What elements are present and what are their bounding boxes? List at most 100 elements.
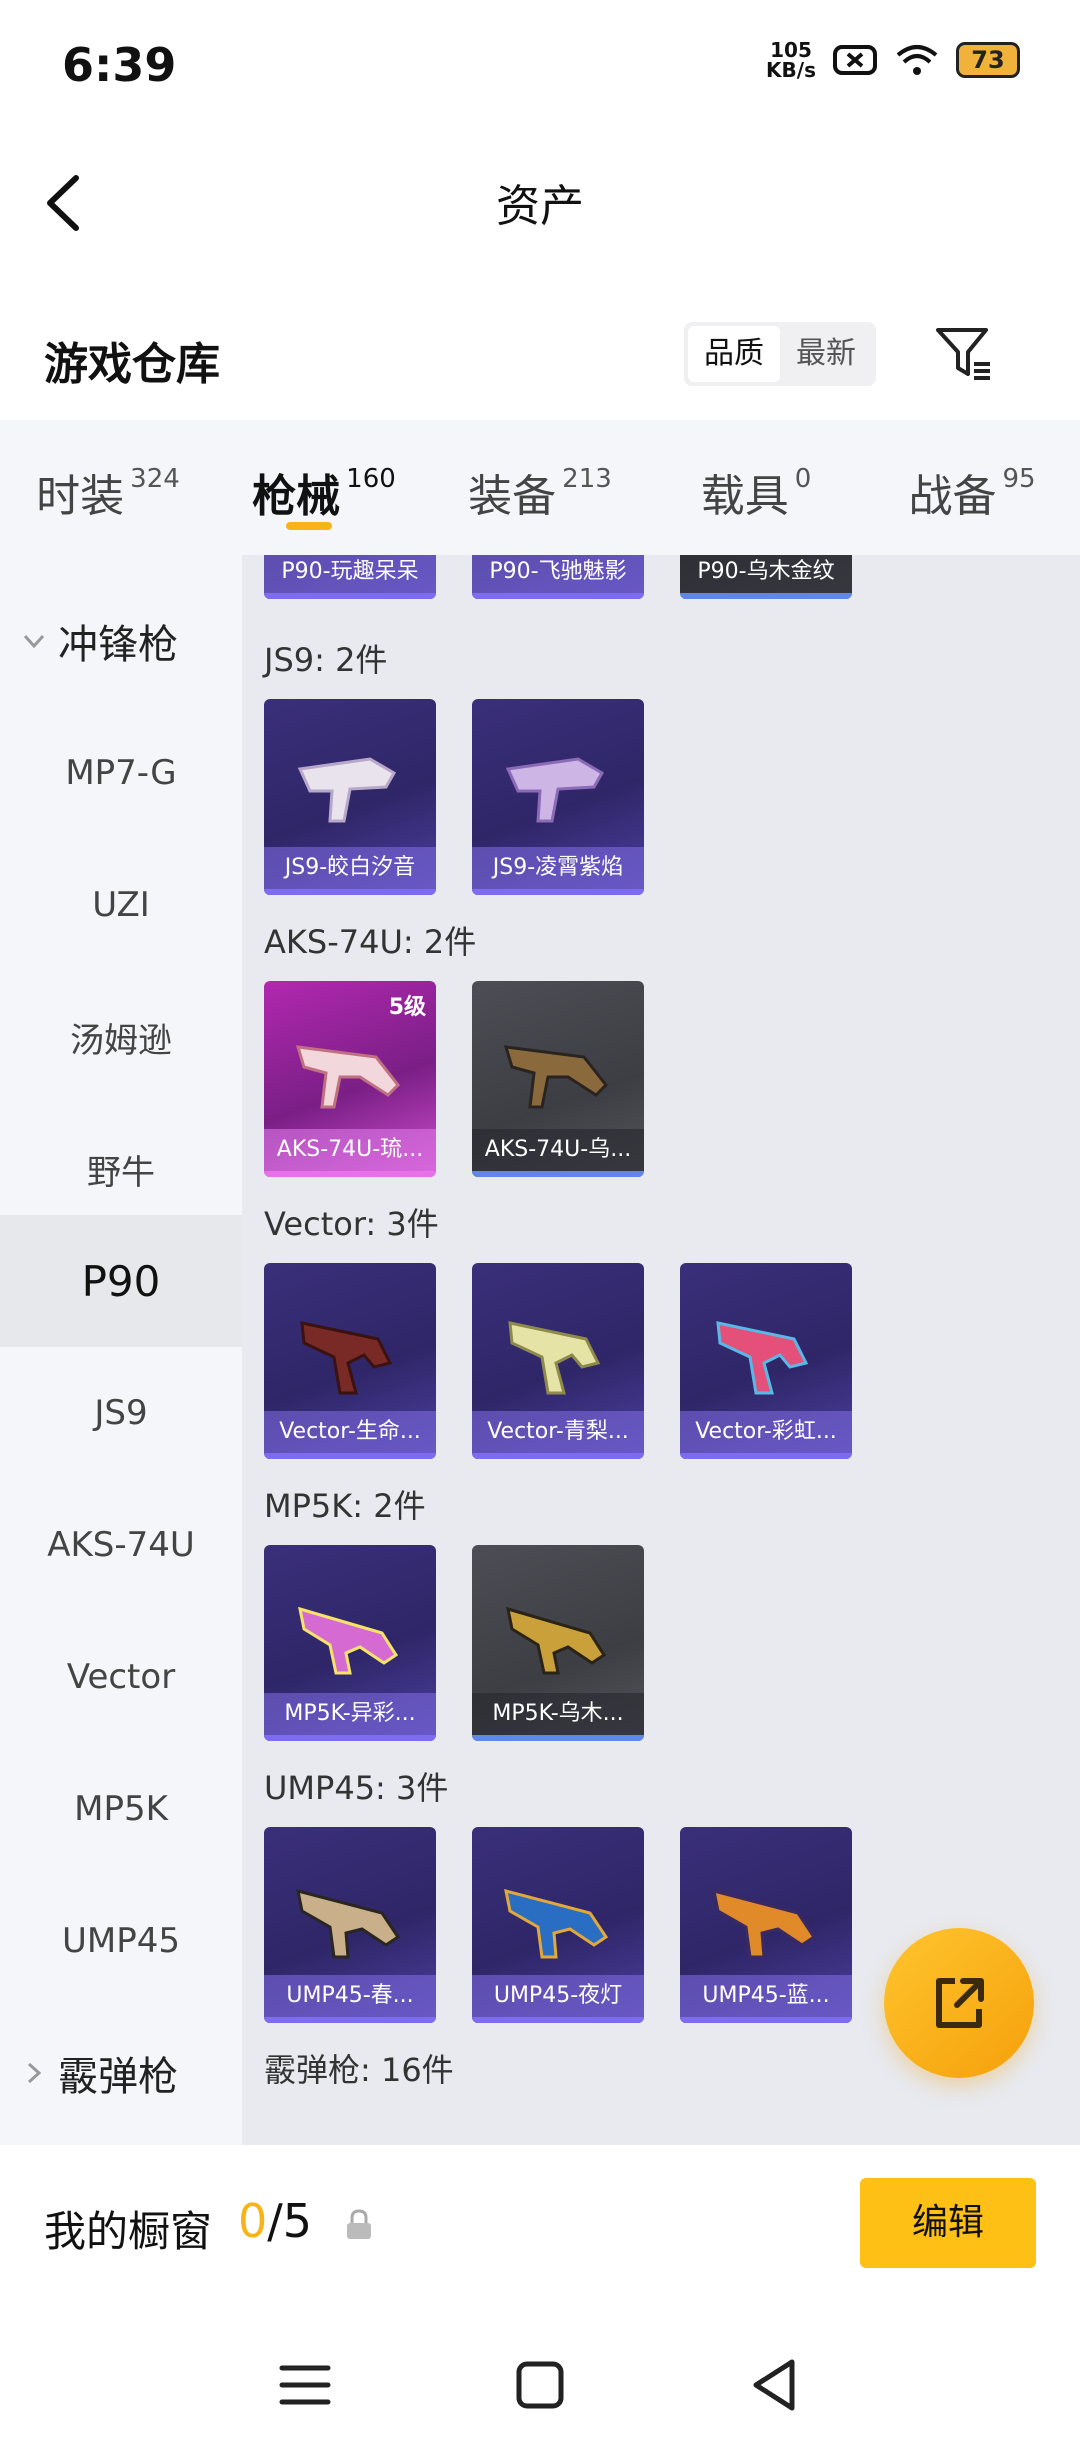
tab-vehicles[interactable]: 载具 0 — [648, 420, 864, 555]
rifle-skin-icon — [503, 1045, 609, 1109]
smg-skin-icon — [504, 1888, 609, 1959]
net-speed-unit: KB/s — [766, 58, 816, 82]
smg-skin-icon — [712, 1888, 817, 1959]
showcase-count: 0/5 — [238, 2194, 312, 2248]
system-nav-bar — [0, 2304, 1080, 2460]
edit-button[interactable]: 编辑 — [860, 2178, 1036, 2268]
weapon-card[interactable]: JS9-凌霄紫焰 — [472, 699, 644, 895]
rarity-bar — [472, 1453, 644, 1459]
card-label: P90-乌木金纹 — [680, 555, 852, 593]
showcase-title: 我的橱窗 — [44, 2207, 213, 2256]
weapon-card[interactable]: UMP45-夜灯 — [472, 1827, 644, 2023]
weapon-card[interactable]: AKS-74U-乌... — [472, 981, 644, 1177]
card-label: MP5K-乌木... — [472, 1693, 644, 1735]
sidebar-item-aks74u[interactable]: AKS-74U — [0, 1479, 242, 1611]
status-icons: 105 KB/s 73 — [766, 40, 1020, 80]
sidebar-item-uzi[interactable]: UZI — [0, 839, 242, 971]
card-label: AKS-74U-乌... — [472, 1129, 644, 1171]
sidebar-group-smg[interactable]: 冲锋枪 — [0, 575, 242, 707]
status-bar: 6:39 105 KB/s 73 — [0, 0, 1080, 140]
tab-fashion[interactable]: 时装 324 — [0, 420, 216, 555]
sort-quality-button[interactable]: 品质 — [688, 326, 780, 382]
rarity-bar — [264, 2017, 436, 2023]
tab-supplies[interactable]: 战备 95 — [864, 420, 1080, 555]
group-title-ump45: UMP45: 3件 — [264, 1769, 449, 1807]
showcase-max: /5 — [267, 2194, 313, 2248]
group-title-js9: JS9: 2件 — [264, 641, 388, 679]
tab-equipment[interactable]: 装备 213 — [432, 420, 648, 555]
warehouse-row: 游戏仓库 品质 最新 — [0, 300, 1080, 410]
weapon-card[interactable]: Vector-彩虹... — [680, 1263, 852, 1459]
menu-icon[interactable] — [270, 2350, 340, 2420]
app-header: 资产 — [0, 140, 1080, 260]
sidebar-item-p90[interactable]: P90 — [0, 1215, 242, 1347]
smg-skin-icon — [300, 1321, 393, 1395]
page-title: 资产 — [496, 181, 584, 232]
card-label: P90-玩趣呆呆 — [264, 555, 436, 593]
sidebar-item-vector[interactable]: Vector — [0, 1611, 242, 1743]
rarity-bar — [680, 593, 852, 599]
tab-count: 324 — [130, 464, 180, 494]
tab-label: 战备 — [908, 471, 997, 522]
smg-skin-icon — [716, 1321, 809, 1395]
tab-firearms[interactable]: 枪械 160 — [216, 420, 432, 555]
sidebar-item-js9[interactable]: JS9 — [0, 1347, 242, 1479]
smg-skin-icon — [297, 757, 397, 823]
category-tabs: 时装 324 枪械 160 装备 213 载具 0 战备 95 — [0, 420, 1080, 555]
weapon-card[interactable]: P90-玩趣呆呆 — [264, 555, 436, 599]
sort-toggle: 品质 最新 — [684, 322, 876, 386]
weapon-card[interactable]: MP5K-异彩... — [264, 1545, 436, 1741]
weapon-card[interactable]: JS9-皎白汐音 — [264, 699, 436, 895]
smg-skin-icon — [505, 757, 605, 823]
wifi-icon — [896, 45, 938, 75]
card-label: Vector-生命... — [264, 1411, 436, 1453]
home-icon[interactable] — [505, 2350, 575, 2420]
smg-skin-icon — [508, 1321, 601, 1395]
sidebar-item-ump45[interactable]: UMP45 — [0, 1875, 242, 2007]
rarity-bar — [264, 1453, 436, 1459]
card-label: P90-飞驰魅影 — [472, 555, 644, 593]
smg-skin-icon — [298, 1606, 399, 1675]
rarity-bar — [472, 593, 644, 599]
weapon-card[interactable]: P90-飞驰魅影 — [472, 555, 644, 599]
weapon-card[interactable]: 5级 AKS-74U-琉... — [264, 981, 436, 1177]
tab-count: 160 — [346, 464, 396, 494]
tab-label: 载具 — [700, 471, 789, 522]
tab-count: 95 — [1002, 464, 1036, 494]
rarity-bar — [264, 1171, 436, 1177]
share-fab-button[interactable] — [884, 1928, 1034, 2078]
sort-newest-button[interactable]: 最新 — [780, 326, 872, 382]
chevron-down-icon — [23, 634, 45, 649]
tab-label: 枪械 — [252, 471, 341, 522]
card-label: AKS-74U-琉... — [264, 1129, 436, 1171]
card-label: UMP45-春... — [264, 1975, 436, 2017]
card-label: MP5K-异彩... — [264, 1693, 436, 1735]
rarity-bar — [264, 593, 436, 599]
rarity-bar — [680, 1453, 852, 1459]
lock-icon — [347, 2209, 371, 2239]
weapon-card[interactable]: Vector-青梨... — [472, 1263, 644, 1459]
share-icon — [936, 1978, 984, 2028]
tab-count: 0 — [794, 464, 812, 494]
weapon-card[interactable]: Vector-生命... — [264, 1263, 436, 1459]
sidebar-group-shotgun[interactable]: 霰弹枪 — [0, 2007, 242, 2139]
smg-skin-icon — [296, 1888, 401, 1959]
smg-skin-icon — [506, 1606, 607, 1675]
net-speed: 105 KB/s — [766, 40, 816, 80]
weapon-card[interactable]: UMP45-春... — [264, 1827, 436, 2023]
card-label: UMP45-夜灯 — [472, 1975, 644, 2017]
weapon-card[interactable]: MP5K-乌木... — [472, 1545, 644, 1741]
group-title-mp5k: MP5K: 2件 — [264, 1487, 426, 1525]
back-nav-icon[interactable] — [740, 2350, 810, 2420]
sidebar-item-thompson[interactable]: 汤姆逊 — [0, 971, 242, 1103]
my-showcase-bar: 我的橱窗 0/5 编辑 — [0, 2148, 1080, 2304]
group-title-shotgun: 霰弹枪: 16件 — [264, 2051, 454, 2089]
weapon-card[interactable]: UMP45-蓝... — [680, 1827, 852, 2023]
filter-icon[interactable] — [934, 324, 994, 384]
weapon-grid: P90-玩趣呆呆 P90-飞驰魅影 P90-乌木金纹 JS9: 2件 JS9-皎… — [242, 555, 1080, 2145]
rarity-bar — [472, 1171, 644, 1177]
sidebar-item-mp5k[interactable]: MP5K — [0, 1743, 242, 1875]
rarity-bar — [264, 889, 436, 895]
weapon-card[interactable]: P90-乌木金纹 — [680, 555, 852, 599]
sidebar-item-mp7g[interactable]: MP7-G — [0, 707, 242, 839]
